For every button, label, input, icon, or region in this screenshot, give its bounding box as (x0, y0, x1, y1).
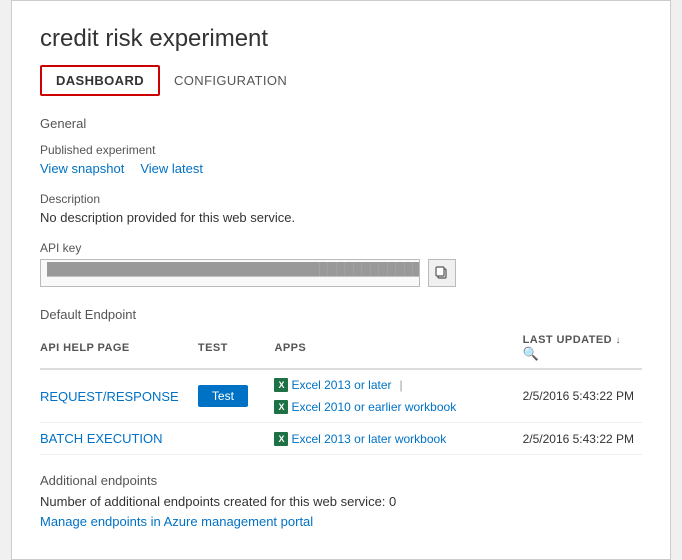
col-api-help-page: API HELP PAGE (40, 330, 198, 369)
endpoint-table: API HELP PAGE TEST APPS LAST UPDATED ↓ 🔍… (40, 330, 642, 455)
excel-icon-1: X (274, 378, 288, 392)
view-snapshot-link[interactable]: View snapshot (40, 161, 124, 176)
request-response-link[interactable]: REQUEST/RESPONSE (40, 389, 179, 404)
excel-icon-2: X (274, 400, 288, 414)
description-label: Description (40, 192, 642, 206)
test-button[interactable]: Test (198, 385, 248, 407)
batch-execution-link[interactable]: BATCH EXECUTION (40, 431, 163, 446)
excel-2013-link-1[interactable]: X Excel 2013 or later (274, 378, 391, 392)
date-cell-1: 2/5/2016 5:43:22 PM (523, 369, 642, 423)
table-header-row: API HELP PAGE TEST APPS LAST UPDATED ↓ 🔍 (40, 330, 642, 369)
additional-endpoints-title: Additional endpoints (40, 473, 642, 488)
search-icon[interactable]: 🔍 (523, 346, 540, 361)
manage-endpoints-link[interactable]: Manage endpoints in Azure management por… (40, 514, 313, 529)
sort-arrow-icon: ↓ (616, 335, 621, 346)
api-key-row: ████████████████████████████████████████… (40, 259, 642, 287)
tab-configuration[interactable]: CONFIGURATION (160, 67, 301, 94)
main-window: credit risk experiment DASHBOARD CONFIGU… (11, 0, 671, 560)
general-label: General (40, 116, 642, 131)
tab-bar: DASHBOARD CONFIGURATION (40, 65, 642, 96)
separator-1: | (400, 378, 403, 392)
table-row: REQUEST/RESPONSE Test X Excel 2013 or la… (40, 369, 642, 423)
test-button-cell: Test (198, 369, 275, 423)
default-endpoint-title: Default Endpoint (40, 307, 642, 322)
table-row: BATCH EXECUTION X Excel 2013 or later wo… (40, 423, 642, 455)
tab-dashboard[interactable]: DASHBOARD (40, 65, 160, 96)
additional-endpoints-count: Number of additional endpoints created f… (40, 494, 642, 509)
api-key-field[interactable]: ████████████████████████████████████████… (40, 259, 420, 287)
copy-api-key-button[interactable] (428, 259, 456, 287)
published-experiment-label: Published experiment (40, 143, 642, 157)
page-title: credit risk experiment (40, 25, 642, 53)
additional-endpoints-section: Additional endpoints Number of additiona… (40, 473, 642, 531)
excel-icon-3: X (274, 432, 288, 446)
col-last-updated: LAST UPDATED ↓ 🔍 (523, 330, 642, 369)
api-key-label: API key (40, 241, 642, 255)
excel-2010-link[interactable]: X Excel 2010 or earlier workbook (274, 400, 456, 414)
col-test: TEST (198, 330, 275, 369)
apps-cell-2: X Excel 2013 or later workbook (274, 423, 522, 455)
apps-row-2: X Excel 2013 or later workbook (274, 432, 514, 446)
date-cell-2: 2/5/2016 5:43:22 PM (523, 423, 642, 455)
apps-row-1: X Excel 2013 or later | X Excel 2010 or … (274, 378, 514, 414)
test-empty-cell (198, 423, 275, 455)
col-apps: APPS (274, 330, 522, 369)
batch-execution-link-cell: BATCH EXECUTION (40, 423, 198, 455)
description-text: No description provided for this web ser… (40, 210, 642, 225)
copy-icon (435, 266, 449, 280)
view-latest-link[interactable]: View latest (140, 161, 203, 176)
request-response-link-cell: REQUEST/RESPONSE (40, 369, 198, 423)
apps-cell-1: X Excel 2013 or later | X Excel 2010 or … (274, 369, 522, 423)
excel-2013-link-2[interactable]: X Excel 2013 or later workbook (274, 432, 446, 446)
published-experiment-links: View snapshot View latest (40, 161, 642, 176)
